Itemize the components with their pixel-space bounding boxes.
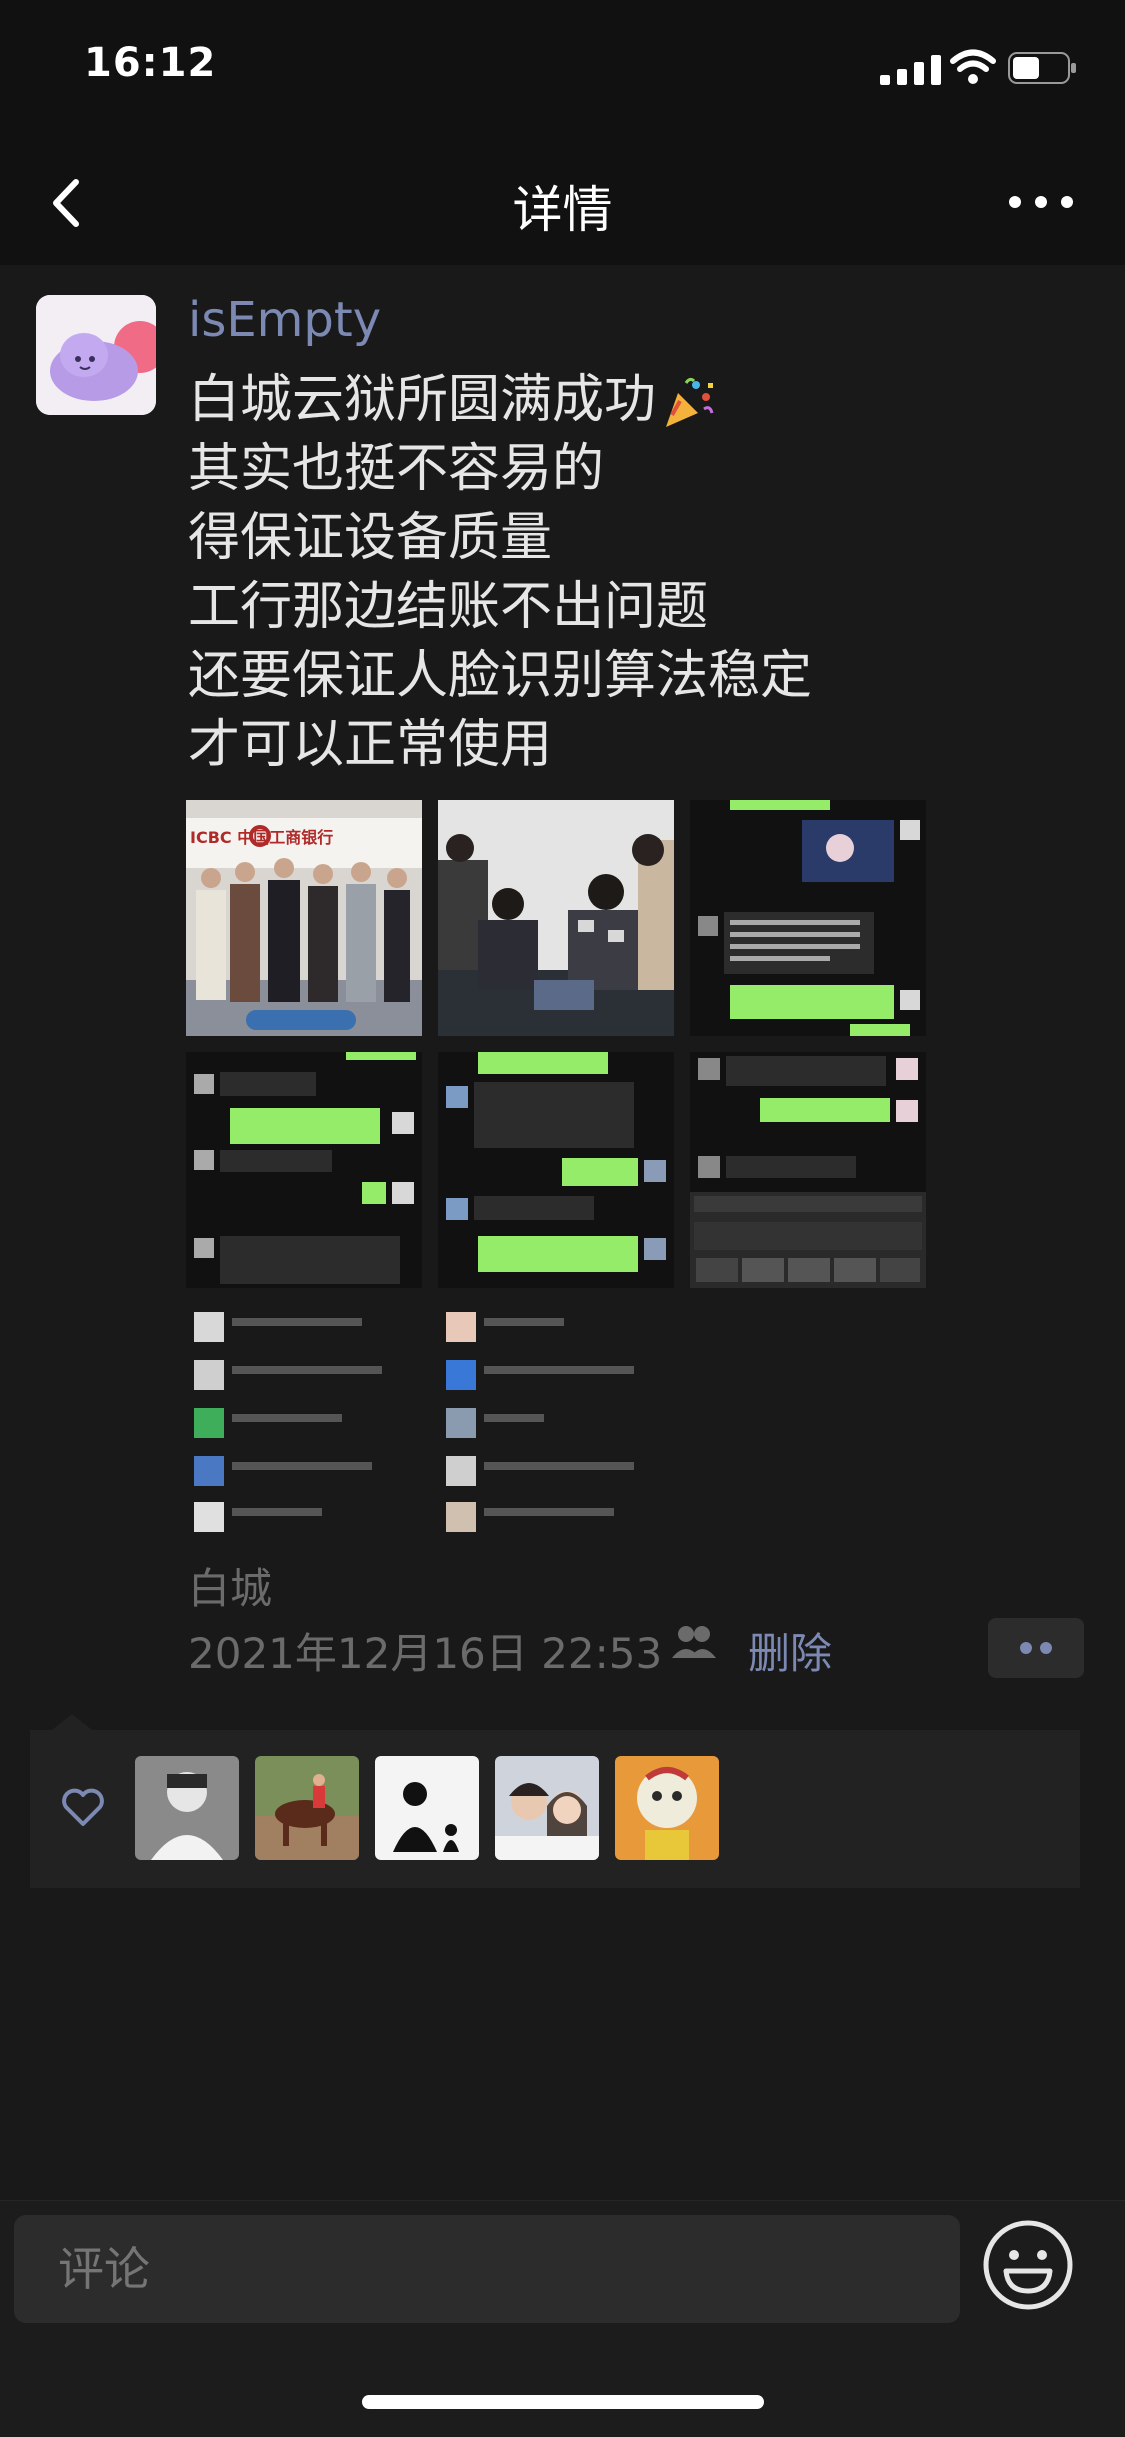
photo-chat-screenshot[interactable] [186,1052,422,1288]
status-bar: 16:12 [0,0,1125,140]
author-name[interactable]: isEmpty [188,292,381,348]
chat-screenshot-image [438,1052,674,1288]
likes-panel-pointer [52,1714,92,1730]
wifi-icon [950,49,996,84]
party-popper-icon [666,377,714,427]
post-text: 白城云狱所圆满成功 其实也挺不容易的 得保证设备质量 工行那边结账不出问题 还要… [188,366,1068,780]
photo-chat-list-screenshot[interactable] [186,1304,422,1540]
photo-caption: ICBC 中国工商银行 [190,828,334,847]
photo-group-bank[interactable]: ICBC 中国工商银行 [186,800,422,1036]
liker-avatar[interactable] [255,1756,359,1860]
photo-tablet-image [438,800,674,1036]
post-line: 得保证设备质量 [188,508,553,568]
chat-keyboard-screenshot-image [690,1052,926,1288]
photo-chat-screenshot[interactable] [438,1052,674,1288]
home-indicator [362,2395,764,2409]
friends-visibility-icon [672,1626,716,1658]
cellular-signal-icon [880,55,941,85]
liker-avatar[interactable] [375,1756,479,1860]
chat-list-screenshot-image [186,1304,422,1540]
page-title: 详情 [512,181,613,239]
photo-grid: ICBC 中国工商银行 [186,800,926,1540]
liker-avatar-image [615,1756,719,1860]
heart-icon [62,1788,104,1826]
status-time: 16:12 [84,40,217,86]
battery-icon [1008,52,1076,84]
liker-avatar-image [375,1756,479,1860]
post-timestamp: 2021年12月16日 22:53 [188,1629,663,1678]
nav-bar: 详情 [0,140,1125,265]
author-avatar[interactable] [36,295,156,415]
post-line: 白城云狱所圆满成功 [188,366,1068,435]
liker-avatar[interactable] [615,1756,719,1860]
chat-screenshot-image [186,1052,422,1288]
comment-input[interactable] [14,2215,960,2323]
post-location[interactable]: 白城 [188,1555,272,1616]
liker-avatar[interactable] [135,1756,239,1860]
liker-avatar-image [255,1756,359,1860]
post-line: 还要保证人脸识别算法稳定 [188,646,813,706]
post-line-text: 白城云狱所圆满成功 [188,370,657,430]
more-options-button[interactable] [1005,182,1077,222]
post-line: 工行那边结账不出问题 [188,577,709,637]
liker-avatar-image [495,1756,599,1860]
delete-link[interactable]: 删除 [748,1620,832,1681]
chat-list-screenshot-image [438,1304,674,1540]
ditto-avatar-image [36,295,156,415]
post-line: 才可以正常使用 [188,715,553,775]
likes-panel [30,1730,1080,1888]
photo-tablet-usage[interactable] [438,800,674,1036]
photo-chat-screenshot[interactable] [690,800,926,1036]
like-comment-menu-button[interactable] [988,1618,1084,1678]
liker-avatar[interactable] [495,1756,599,1860]
photo-chat-screenshot[interactable] [690,1052,926,1288]
liker-avatar-image [135,1756,239,1860]
post-line: 其实也挺不容易的 [188,439,605,499]
photo-chat-list-screenshot[interactable] [438,1304,674,1540]
chat-screenshot-image [690,800,926,1036]
emoji-button[interactable] [982,2219,1074,2311]
